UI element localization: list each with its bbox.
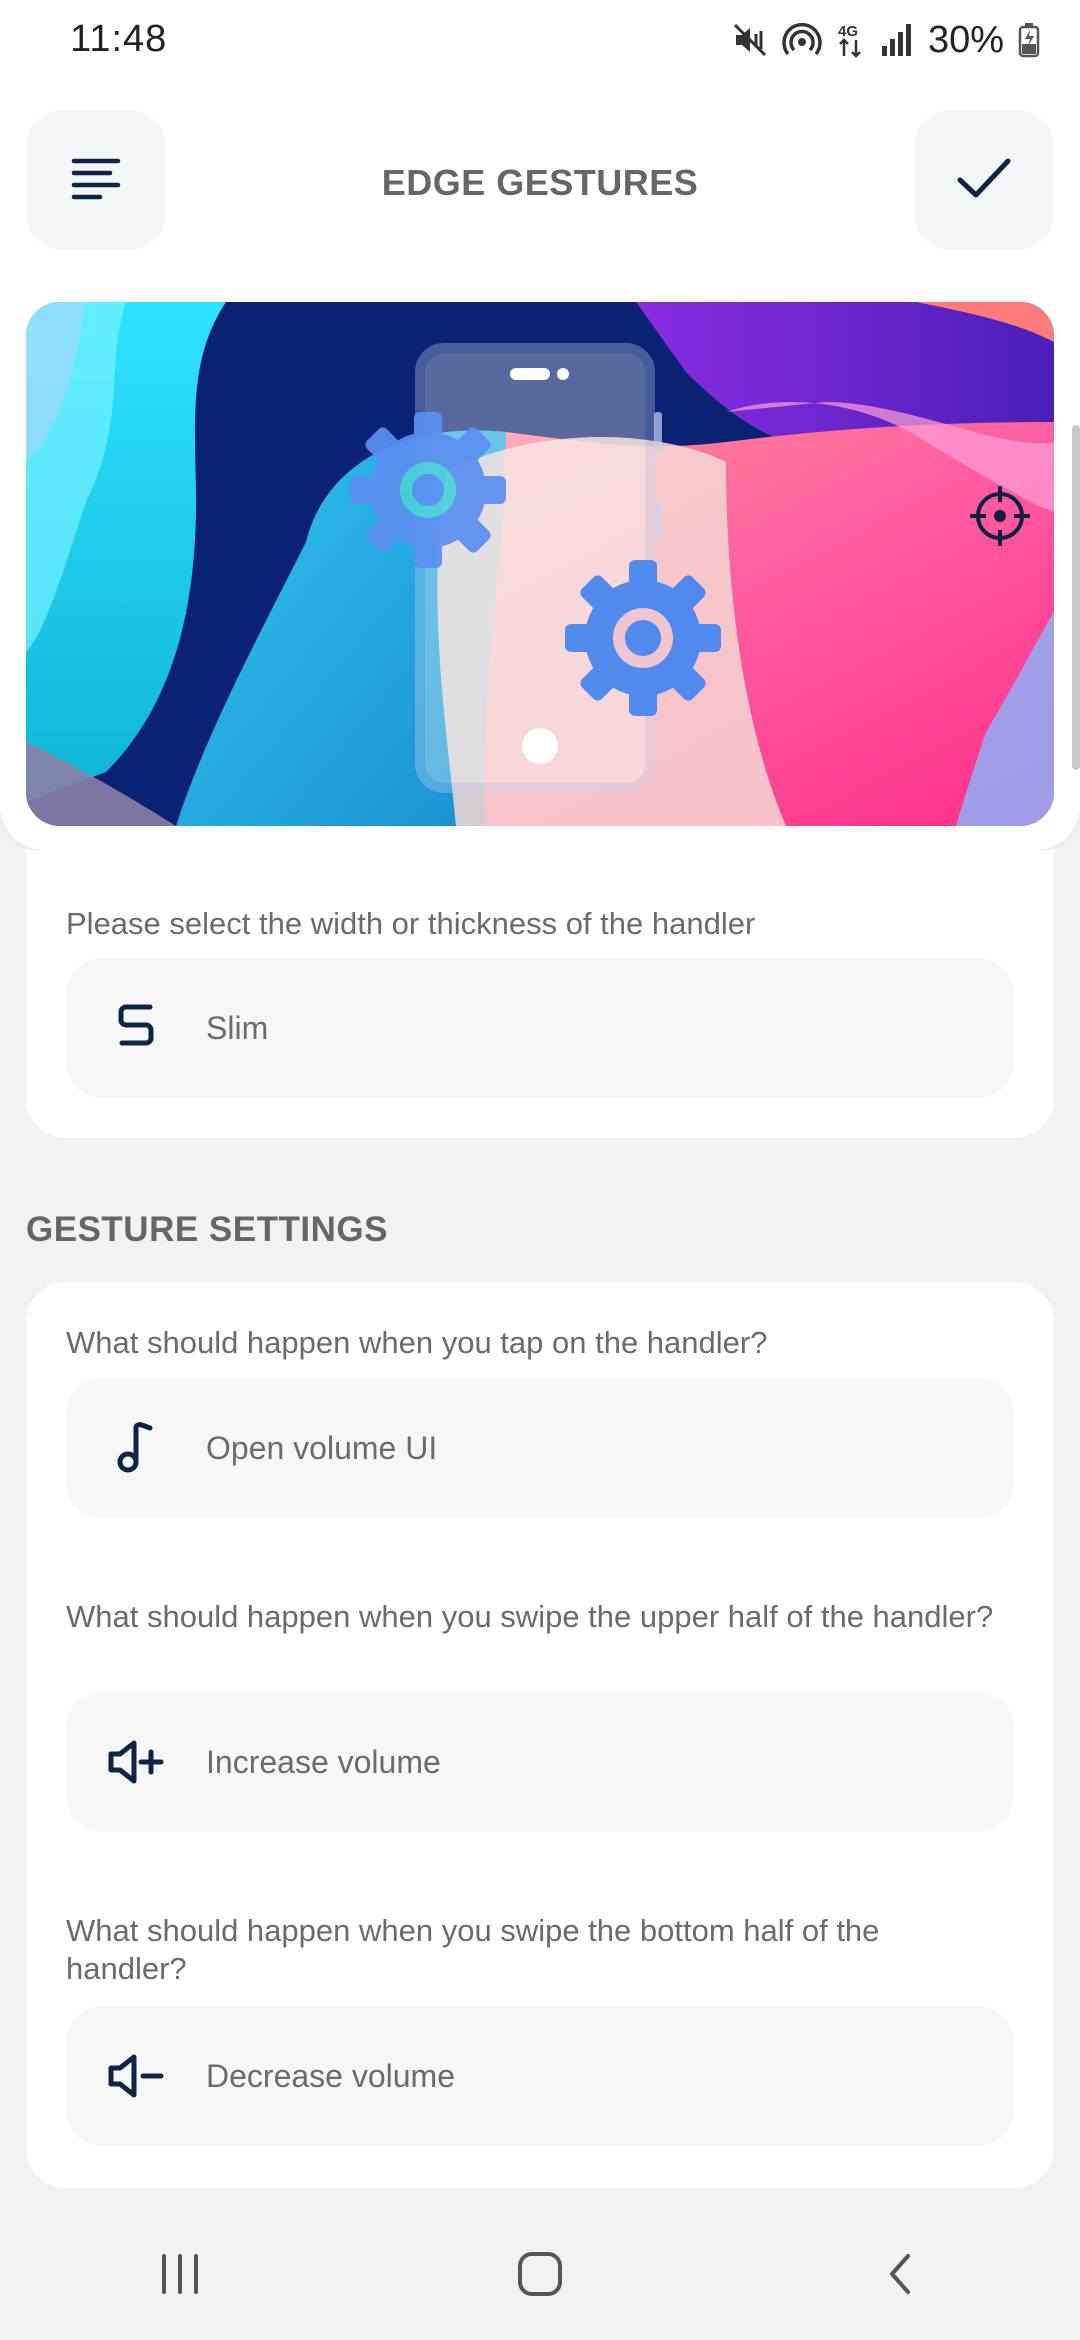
home-icon: [516, 2250, 564, 2303]
swipe-upper-action-selector[interactable]: Increase volume: [66, 1692, 1014, 1832]
music-note-icon: [66, 1378, 206, 1518]
check-icon: [956, 156, 1012, 205]
header-card: EDGE GESTURES: [0, 80, 1080, 850]
tap-action-selector[interactable]: Open volume UI: [66, 1378, 1014, 1518]
handler-width-card: Please select the width or thickness of …: [26, 850, 1054, 1138]
volume-down-icon: [66, 2006, 206, 2146]
mute-vibrate-icon: [732, 22, 768, 58]
svg-text:4G: 4G: [838, 23, 858, 40]
handler-width-question: Please select the width or thickness of …: [66, 906, 756, 941]
system-nav-bar: [0, 2212, 1080, 2340]
section-title-gesture-settings: GESTURE SETTINGS: [26, 1210, 388, 1249]
swipe-upper-question: What should happen when you swipe the up…: [66, 1599, 994, 1634]
handler-width-selector[interactable]: Slim: [66, 958, 1014, 1098]
volume-up-icon: [66, 1692, 206, 1832]
status-bar: 11:48 4G 30%: [0, 0, 1080, 80]
swipe-upper-action-value: Increase volume: [206, 1743, 441, 1780]
recents-icon: [158, 2252, 202, 2301]
tap-question: What should happen when you tap on the h…: [66, 1325, 768, 1360]
handler-width-value: Slim: [206, 1009, 269, 1046]
recents-button[interactable]: [100, 2216, 260, 2336]
swipe-bottom-action-selector[interactable]: Decrease volume: [66, 2006, 1014, 2146]
status-time: 11:48: [70, 18, 168, 60]
s-letter-icon: [66, 958, 206, 1098]
home-button[interactable]: [460, 2216, 620, 2336]
hotspot-icon: [782, 22, 822, 58]
battery-charging-icon: [1018, 22, 1040, 58]
confirm-button[interactable]: [914, 110, 1054, 250]
gesture-settings-card: What should happen when you tap on the h…: [26, 1282, 1054, 2188]
status-icons: 4G 30%: [732, 14, 1040, 66]
swipe-bottom-action-value: Decrease volume: [206, 2057, 455, 2094]
swipe-bottom-question: What should happen when you swipe the bo…: [66, 1913, 880, 1986]
scrollbar-thumb[interactable]: [1072, 425, 1080, 770]
signal-icon: [880, 22, 914, 58]
back-icon: [884, 2250, 916, 2303]
handler-preview-illustration: [26, 302, 1054, 826]
tap-action-value: Open volume UI: [206, 1429, 438, 1466]
4g-data-icon: 4G: [836, 20, 866, 60]
back-button[interactable]: [820, 2216, 980, 2336]
battery-percent: 30%: [927, 18, 1004, 61]
